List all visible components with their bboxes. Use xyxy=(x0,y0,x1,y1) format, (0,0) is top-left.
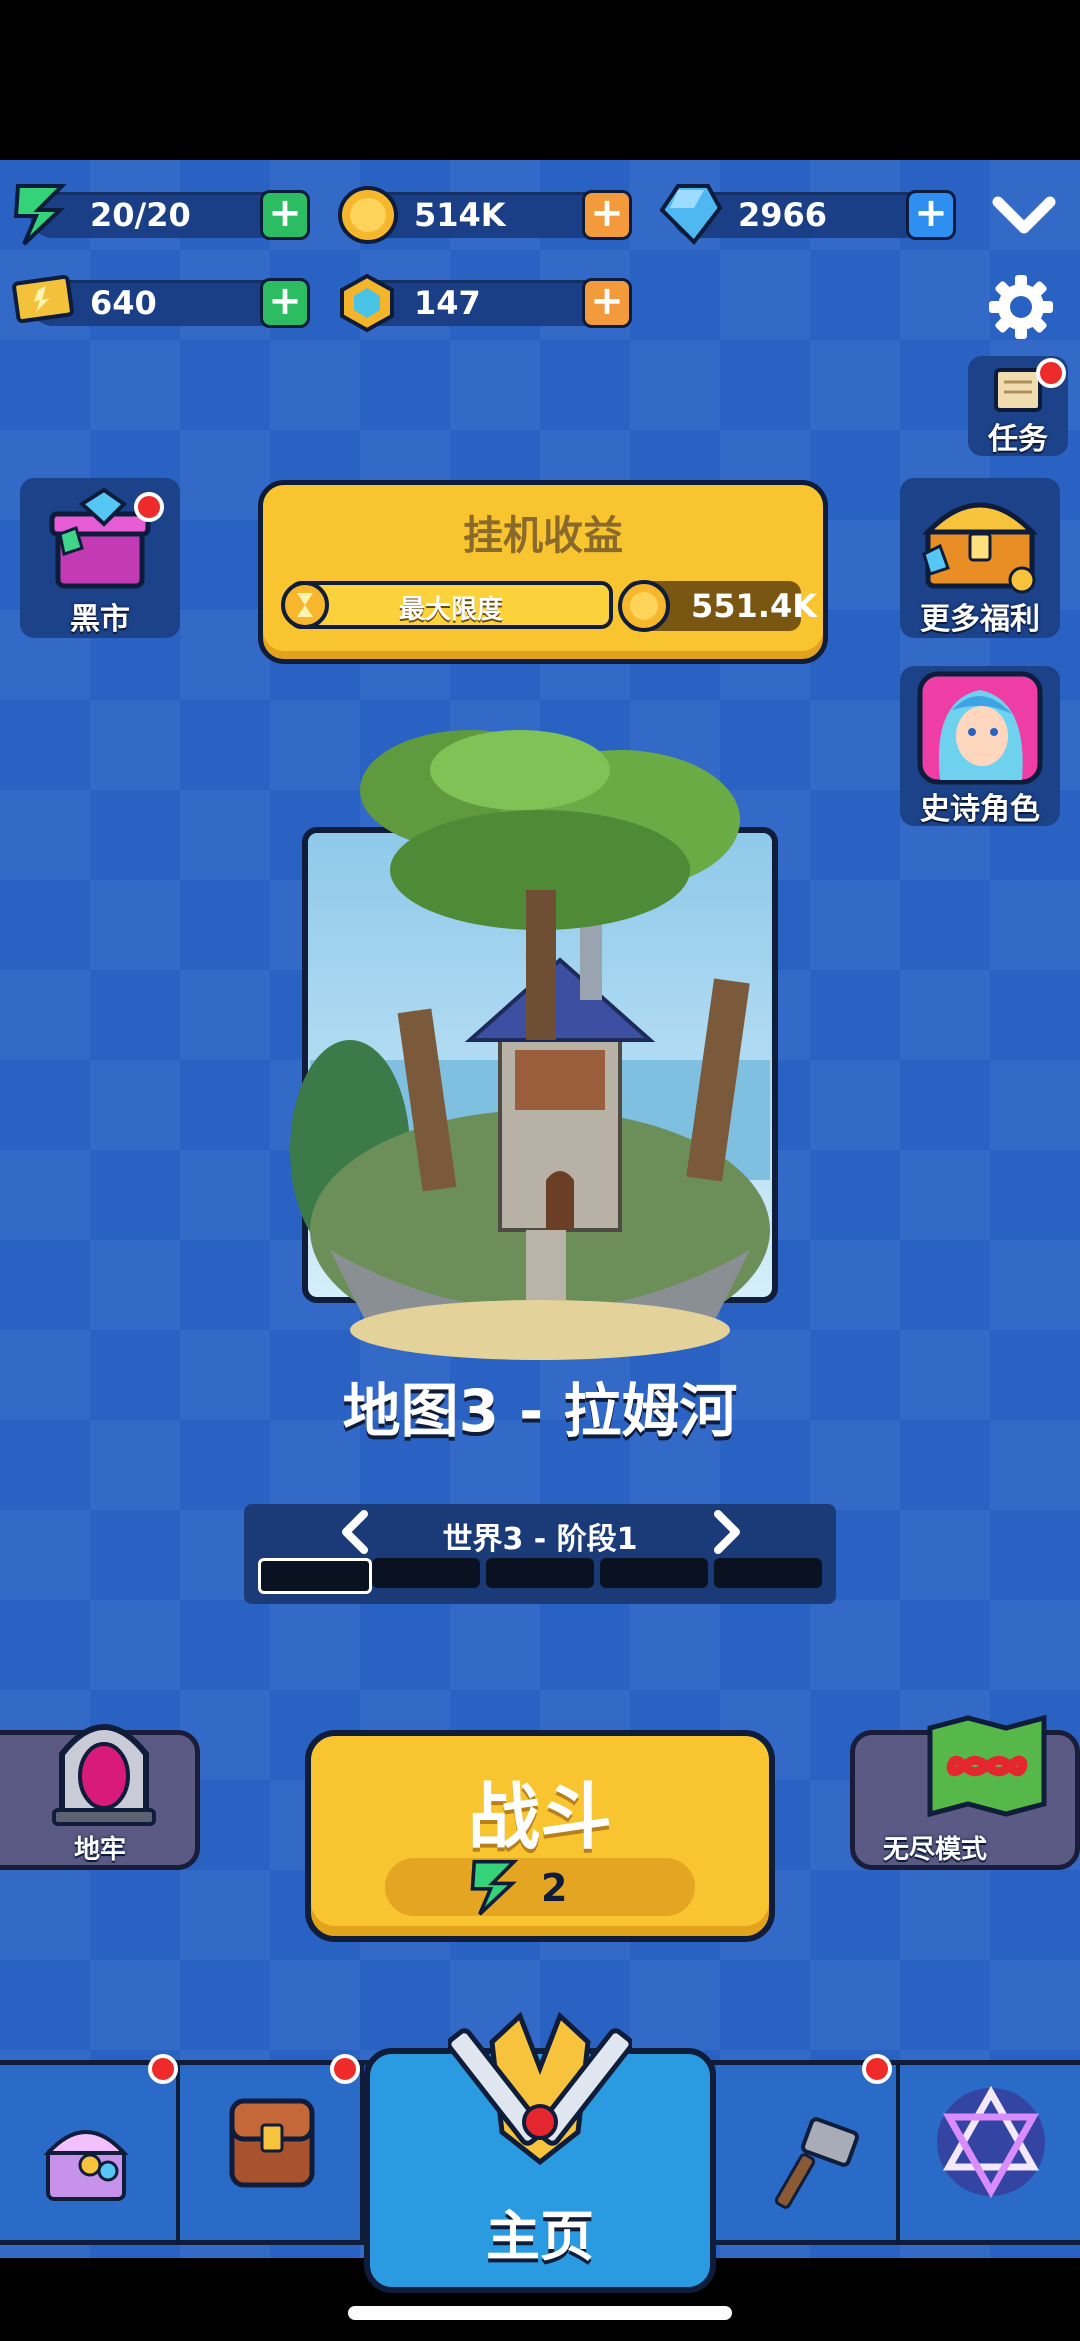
fight-cost-pill xyxy=(385,1858,695,1916)
idle-rewards-title: 挂机收益 xyxy=(463,513,623,559)
idle-progress-bar: 最大限度 xyxy=(289,581,613,629)
black-market-badge xyxy=(134,492,164,522)
backpack-icon xyxy=(229,2098,315,2188)
tickets-value: 640 xyxy=(90,284,157,322)
stage-segment xyxy=(486,1558,594,1588)
nav-forge-tab[interactable] xyxy=(716,2065,900,2240)
gems-value: 2966 xyxy=(738,196,828,234)
hourglass-coin-icon xyxy=(281,581,329,629)
energy-icon xyxy=(13,184,67,246)
stage-label: 世界3 - 阶段1 xyxy=(442,1522,638,1557)
coin-icon xyxy=(338,186,398,244)
nav-bag-tab[interactable] xyxy=(180,2065,364,2240)
epic-hero-label: 史诗角色 xyxy=(920,792,1040,827)
home-indicator xyxy=(348,2306,732,2320)
add-tokens-button[interactable]: + xyxy=(582,278,632,328)
dungeon-label: 地牢 xyxy=(73,1835,126,1865)
add-energy-button[interactable]: + xyxy=(260,190,310,240)
gem-icon xyxy=(659,184,723,246)
more-benefits-label: 更多福利 xyxy=(920,602,1040,637)
ticket-icon xyxy=(12,274,74,324)
coin-icon xyxy=(618,580,670,632)
forge-badge xyxy=(862,2054,892,2084)
add-gems-button[interactable]: + xyxy=(906,190,956,240)
crossed-swords-icon xyxy=(448,2012,632,2166)
bag-badge xyxy=(330,2054,360,2084)
hammer-icon xyxy=(774,2117,859,2209)
coins-value: 514K xyxy=(414,196,506,234)
tokens-value: 147 xyxy=(414,284,481,322)
idle-progress-label: 最大限度 xyxy=(398,595,503,625)
nav-home-tab[interactable]: 主页 xyxy=(364,2012,716,2293)
add-coins-button[interactable]: + xyxy=(582,190,632,240)
stage-segment xyxy=(258,1558,372,1594)
black-market-label: 黑市 xyxy=(70,602,130,637)
fight-cost-value: 2 xyxy=(541,1866,568,1910)
chevron-down-icon[interactable] xyxy=(990,190,1058,240)
tasks-badge xyxy=(1036,358,1066,388)
energy-value: 20/20 xyxy=(90,196,191,234)
chevron-right-icon[interactable] xyxy=(710,1508,744,1556)
map-title: 地图3 - 拉姆河 xyxy=(342,1377,738,1445)
shop-badge xyxy=(148,2054,178,2084)
add-tickets-button[interactable]: + xyxy=(260,278,310,328)
portal-icon xyxy=(52,1724,156,1826)
stage-segment xyxy=(600,1558,708,1588)
hexagram-icon xyxy=(937,2085,1045,2199)
map-illustration[interactable] xyxy=(290,730,790,1370)
epic-hero-button[interactable]: 史诗角色 xyxy=(900,666,1060,827)
nav-star-tab[interactable] xyxy=(900,2065,1080,2240)
tasks-label: 任务 xyxy=(988,422,1048,457)
treasure-box-icon xyxy=(43,2130,129,2201)
nav-home-label: 主页 xyxy=(486,2205,594,2268)
stage-segment xyxy=(714,1558,822,1588)
hero-portrait-icon xyxy=(917,671,1043,785)
endless-mode-label: 无尽模式 xyxy=(882,1835,987,1865)
more-benefits-button[interactable]: 更多福利 xyxy=(900,478,1060,638)
idle-rewards-panel[interactable]: 挂机收益 最大限度 551.4K xyxy=(258,480,828,664)
fight-button[interactable]: 战斗 2 xyxy=(305,1730,775,1942)
gear-icon[interactable] xyxy=(986,272,1056,342)
infinity-map-icon xyxy=(927,1714,1047,1818)
fight-label: 战斗 xyxy=(467,1775,612,1859)
treasure-chest-icon xyxy=(922,502,1038,594)
token-icon xyxy=(340,273,394,333)
nav-shop-tab[interactable] xyxy=(0,2065,180,2240)
stage-segment xyxy=(372,1558,480,1588)
idle-amount-value: 551.4K xyxy=(691,587,818,625)
stage-selector: 世界3 - 阶段1 xyxy=(244,1504,836,1604)
energy-icon xyxy=(470,1859,519,1916)
